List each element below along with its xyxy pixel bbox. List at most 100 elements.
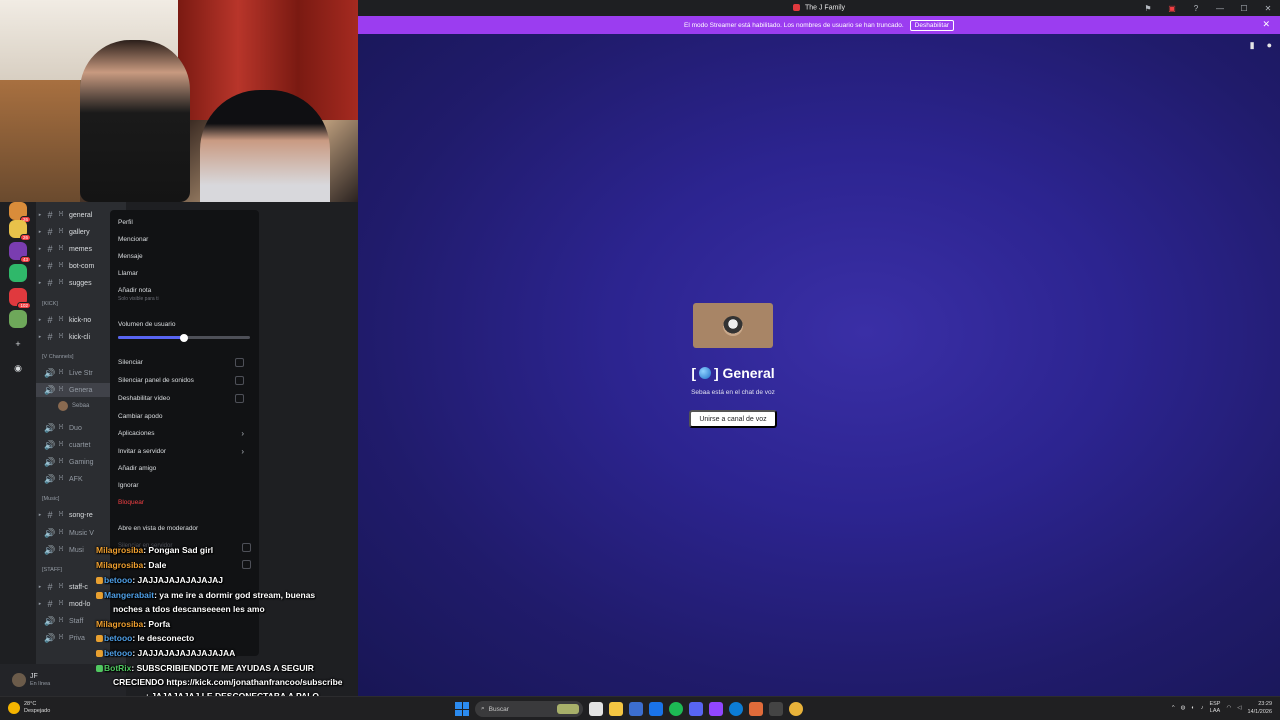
channel-emoji-icon: [•] — [58, 617, 64, 623]
tray-app-icon[interactable]: ◐ — [1191, 705, 1194, 711]
globe-icon — [698, 367, 711, 379]
chat-username[interactable]: betooo — [104, 575, 132, 585]
language-indicator[interactable]: ESP LAA — [1209, 701, 1220, 715]
voice-user-name: Sebaa — [72, 403, 90, 409]
tray-app-icon[interactable]: ◍ — [1181, 705, 1186, 711]
menu-item-mute-soundboard[interactable]: Silenciar panel de sonidos — [118, 376, 252, 385]
server-mute-checkbox[interactable] — [242, 543, 251, 552]
spotify-icon[interactable] — [669, 702, 683, 716]
weather-icon — [8, 702, 20, 714]
streamer-mode-banner: El modo Streamer está habilitado. Los no… — [358, 16, 1280, 34]
join-voice-button[interactable]: Unirse a canal de voz — [689, 410, 777, 428]
obs-icon[interactable] — [769, 702, 783, 716]
file-explorer-icon[interactable] — [609, 702, 623, 716]
mute-checkbox[interactable] — [235, 358, 244, 367]
server-icon[interactable] — [9, 264, 27, 282]
menu-item-mod-view[interactable]: Abre en vista de moderador — [118, 525, 252, 532]
chat-username[interactable]: Mangerabait — [104, 590, 154, 600]
hash-icon: # — [47, 261, 53, 271]
discord-icon[interactable] — [689, 702, 703, 716]
channel-label: bot-com — [69, 262, 95, 270]
screen-share-icon[interactable]: ▣ — [1160, 0, 1184, 16]
chat-username[interactable]: Milagrosiba — [96, 619, 143, 629]
expand-arrow-icon: ▸ — [38, 334, 42, 340]
menu-item-mention[interactable]: Mencionar — [118, 236, 252, 243]
add-note-hint: Solo visible para ti — [118, 296, 159, 302]
clock[interactable]: 23:29 14/1/2026 — [1248, 700, 1272, 716]
server-icon[interactable]: 43 — [9, 242, 31, 263]
chat-text: CRECIENDO https://kick.com/jonathanfranc… — [113, 677, 343, 687]
microphone-icon[interactable]: ♪ — [1201, 705, 1204, 711]
tray-chevron-icon[interactable]: ^ — [1172, 705, 1175, 711]
chrome-icon[interactable] — [789, 702, 803, 716]
server-icon[interactable]: 26 — [9, 220, 31, 241]
store-icon[interactable] — [629, 702, 643, 716]
menu-item-add-note[interactable]: Añadir nota Solo visible para ti — [118, 287, 252, 302]
speaker-icon: 🔊 — [44, 544, 56, 555]
close-window-button[interactable]: ✕ — [1256, 0, 1280, 16]
chat-username[interactable]: BotRix — [104, 663, 131, 673]
add-server-icon[interactable]: + — [12, 338, 24, 350]
disable-video-checkbox[interactable] — [235, 394, 244, 403]
menu-item-ignore[interactable]: Ignorar — [118, 482, 252, 489]
server-icon-active[interactable]: 102 — [9, 288, 31, 309]
maximize-button[interactable]: ☐ — [1232, 0, 1256, 16]
channel-emoji-icon: [•] — [58, 424, 64, 430]
help-icon[interactable]: ? — [1184, 0, 1208, 16]
chat-bubble-icon[interactable]: ● — [1267, 40, 1272, 51]
chat-badge-icon — [96, 665, 103, 672]
copilot-icon[interactable] — [749, 702, 763, 716]
channel-emoji-icon: [•] — [58, 279, 64, 285]
speaker-icon: 🔊 — [44, 473, 56, 484]
disable-streamer-button[interactable]: Deshabilitar — [909, 19, 954, 31]
channel-label: general — [69, 211, 93, 219]
voice-user-tile[interactable] — [693, 303, 773, 348]
streaming-app-icon[interactable] — [709, 702, 723, 716]
explore-servers-icon[interactable]: ◉ — [12, 362, 24, 374]
close-banner-icon[interactable]: ✕ — [1262, 19, 1270, 30]
search-highlight-icon — [557, 704, 579, 714]
menu-item-add-friend[interactable]: Añadir amigo — [118, 465, 252, 472]
server-icon[interactable]: 26 — [9, 202, 31, 223]
volume-icon[interactable]: ◁ — [1237, 705, 1241, 711]
menu-item-invite[interactable]: Invitar a servidor › — [118, 447, 252, 456]
menu-item-change-nickname[interactable]: Cambiar apodo — [118, 413, 252, 420]
minimize-button[interactable]: — — [1208, 0, 1232, 16]
outlook-icon[interactable] — [649, 702, 663, 716]
speaker-icon: 🔊 — [44, 456, 56, 467]
weather-widget[interactable]: 28°C Despejado — [8, 701, 50, 715]
chat-text: : Dale — [143, 560, 167, 570]
flag-icon[interactable]: ⚑ — [1136, 0, 1160, 16]
channel-emoji-icon: [•] — [58, 228, 64, 234]
title-bar: The J Family ⚑ ▣ ? — ☐ ✕ — [358, 0, 1280, 16]
menu-item-message[interactable]: Mensaje — [118, 253, 252, 260]
menu-item-mute[interactable]: Silenciar — [118, 358, 252, 367]
menu-item-block[interactable]: Bloquear — [118, 499, 252, 506]
search-icon: ⌕ — [481, 705, 485, 712]
voice-channel-subtitle: Sebaa está en el chat de voz — [691, 389, 775, 396]
menu-item-apps[interactable]: Aplicaciones › — [118, 429, 252, 438]
hash-icon: # — [47, 599, 53, 609]
start-button[interactable] — [455, 702, 469, 716]
chat-username[interactable]: Milagrosiba — [96, 545, 143, 555]
volume-knob[interactable] — [180, 333, 188, 342]
bookmark-icon[interactable]: ▮ — [1250, 40, 1255, 51]
menu-item-disable-video[interactable]: Deshabilitar vídeo — [118, 394, 252, 403]
chat-username[interactable]: Milagrosiba — [96, 560, 143, 570]
mute-soundboard-checkbox[interactable] — [235, 376, 244, 385]
wifi-icon[interactable]: ◠ — [1226, 705, 1231, 711]
expand-arrow-icon: ▸ — [38, 601, 42, 607]
server-icon[interactable] — [9, 310, 27, 328]
taskbar-search[interactable]: ⌕ Buscar — [475, 701, 583, 717]
menu-item-call[interactable]: Llamar — [118, 270, 252, 277]
user-volume-slider[interactable] — [118, 333, 250, 342]
channel-emoji-icon: [•] — [58, 262, 64, 268]
edge-icon[interactable] — [729, 702, 743, 716]
menu-item-profile[interactable]: Perfil — [118, 219, 252, 226]
channel-emoji-icon: [•] — [58, 634, 64, 640]
server-deafen-checkbox[interactable] — [242, 560, 251, 569]
task-view-icon[interactable] — [589, 702, 603, 716]
chat-username[interactable]: betooo — [104, 648, 132, 658]
chat-username[interactable]: betooo — [104, 633, 132, 643]
avatar[interactable] — [12, 673, 26, 687]
